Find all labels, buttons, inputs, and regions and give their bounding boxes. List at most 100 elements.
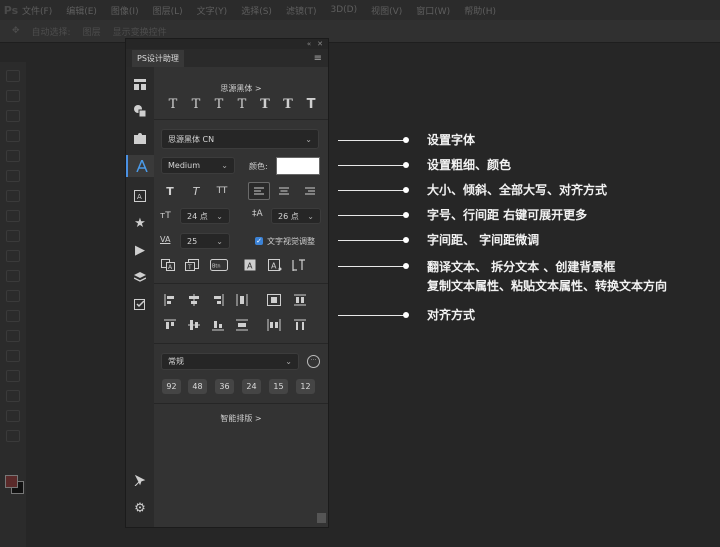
align-top-spread-icon[interactable]	[292, 294, 308, 308]
distribute-vertical-icon[interactable]	[234, 319, 250, 333]
size-preset-15[interactable]: 15	[269, 379, 288, 394]
panel-title-tab[interactable]: PS设计助理	[132, 49, 184, 67]
menu-select[interactable]: 选择(S)	[241, 4, 272, 17]
align-left-edges-icon[interactable]	[162, 294, 178, 308]
puzzle-icon[interactable]	[126, 127, 154, 149]
align-bottom-edges-icon[interactable]	[210, 319, 226, 333]
bg-frame-icon[interactable]: Btn	[209, 259, 229, 273]
font-preset-label[interactable]: 思源黑体 >	[154, 83, 328, 94]
weight-preview-extralight[interactable]: T	[187, 97, 205, 112]
align-vertical-centers-icon[interactable]	[186, 319, 202, 333]
align-right-button[interactable]	[300, 183, 320, 199]
align-right-edges-icon[interactable]	[210, 294, 226, 308]
align-center-button[interactable]	[274, 183, 294, 199]
font-weight-select[interactable]: Medium ⌄	[161, 157, 235, 174]
pin-icon[interactable]	[126, 469, 154, 491]
weight-preview-bold[interactable]: T	[279, 97, 297, 112]
optical-kerning-checkbox[interactable]: ✓	[255, 237, 263, 245]
italic-button[interactable]: T	[186, 183, 206, 199]
weight-preview-medium[interactable]: T	[256, 97, 274, 112]
weight-preview-heavy[interactable]: T	[302, 97, 320, 112]
menu-3d[interactable]: 3D(D)	[330, 5, 357, 15]
size-preset-92[interactable]: 92	[162, 379, 181, 394]
menu-layer[interactable]: 图层(L)	[153, 4, 183, 17]
all-caps-button[interactable]: TT	[212, 183, 232, 199]
split-text-icon[interactable]: T	[184, 259, 200, 273]
weight-preview-light[interactable]: T	[210, 97, 228, 112]
tool-icon[interactable]	[6, 210, 20, 222]
text-icon[interactable]	[126, 155, 156, 177]
close-icon[interactable]: ✕	[317, 40, 323, 48]
panel-menu-icon[interactable]: ≡	[314, 53, 322, 64]
smart-layout-link[interactable]: 智能排版 >	[154, 413, 328, 424]
resize-handle[interactable]	[317, 513, 326, 523]
tracking-select[interactable]: 25 ⌄	[180, 233, 230, 249]
align-left-spread-icon[interactable]	[292, 319, 308, 333]
menu-filter[interactable]: 滤镜(T)	[286, 4, 317, 17]
color-picker-swatch[interactable]	[276, 157, 320, 175]
tool-icon[interactable]	[6, 230, 20, 242]
tool-icon[interactable]	[6, 430, 20, 442]
copy-style-icon[interactable]: A	[243, 259, 259, 273]
toggle-direction-icon[interactable]	[291, 259, 307, 273]
tool-icon[interactable]	[6, 350, 20, 362]
space-horizontal-icon[interactable]	[266, 294, 282, 308]
foreground-color-swatch[interactable]	[5, 475, 18, 488]
menu-edit[interactable]: 编辑(E)	[66, 4, 97, 17]
size-preset-12[interactable]: 12	[296, 379, 315, 394]
tool-icon[interactable]	[6, 370, 20, 382]
tool-icon[interactable]	[6, 290, 20, 302]
tool-icon[interactable]	[6, 170, 20, 182]
tool-icon[interactable]	[6, 90, 20, 102]
tool-icon[interactable]	[6, 330, 20, 342]
tool-icon[interactable]	[6, 110, 20, 122]
tool-icon[interactable]	[6, 310, 20, 322]
preset-select[interactable]: 常规 ⌄	[161, 353, 299, 370]
weight-preview-thin[interactable]: T	[164, 97, 182, 112]
check-icon[interactable]	[126, 293, 154, 315]
size-preset-48[interactable]: 48	[188, 379, 207, 394]
tool-icon[interactable]	[6, 70, 20, 82]
tool-icon[interactable]	[6, 190, 20, 202]
align-left-button[interactable]	[248, 182, 270, 200]
tool-icon[interactable]	[6, 410, 20, 422]
layers-icon[interactable]	[126, 266, 154, 288]
move-tool-icon[interactable]: ✥	[12, 26, 20, 36]
menu-type[interactable]: 文字(Y)	[197, 4, 228, 17]
gear-icon[interactable]: ⚙	[126, 497, 154, 519]
distribute-horizontal-icon[interactable]	[234, 294, 250, 308]
auto-select-target[interactable]: 图层	[83, 25, 101, 38]
size-preset-24[interactable]: 24	[242, 379, 261, 394]
font-family-select[interactable]: 思源黑体 CN ⌄	[161, 129, 319, 149]
weight-preview-regular[interactable]: T	[233, 97, 251, 112]
font-size-select[interactable]: 24 点 ⌄	[180, 208, 230, 224]
tool-icon[interactable]	[6, 150, 20, 162]
menu-file[interactable]: 文件(F)	[22, 4, 52, 17]
menu-image[interactable]: 图像(I)	[111, 4, 139, 17]
star-icon[interactable]: ★	[126, 212, 154, 234]
play-icon[interactable]: ▶	[126, 239, 154, 261]
menu-view[interactable]: 视图(V)	[371, 4, 402, 17]
align-top-edges-icon[interactable]	[162, 319, 178, 333]
more-options-icon[interactable]: ···	[307, 355, 320, 368]
align-horizontal-centers-icon[interactable]	[186, 294, 202, 308]
space-vertical-icon[interactable]	[266, 319, 282, 333]
svg-text:A: A	[247, 262, 253, 271]
tool-icon[interactable]	[6, 250, 20, 262]
show-transform-label[interactable]: 显示变换控件	[113, 25, 167, 38]
image-text-icon[interactable]: A	[126, 185, 154, 207]
translate-icon[interactable]: A	[160, 259, 176, 273]
shapes-icon[interactable]	[126, 100, 154, 122]
tool-icon[interactable]	[6, 390, 20, 402]
menu-window[interactable]: 窗口(W)	[416, 4, 450, 17]
tool-icon[interactable]	[6, 270, 20, 282]
paste-style-icon[interactable]: A	[267, 259, 283, 273]
size-preset-36[interactable]: 36	[215, 379, 234, 394]
auto-select-label[interactable]: 自动选择:	[32, 25, 71, 38]
layout-icon[interactable]	[126, 73, 154, 95]
leading-select[interactable]: 26 点 ⌄	[271, 208, 321, 224]
collapse-icon[interactable]: «	[307, 40, 311, 48]
tool-icon[interactable]	[6, 130, 20, 142]
bold-button[interactable]: T	[160, 183, 180, 199]
menu-help[interactable]: 帮助(H)	[464, 4, 496, 17]
